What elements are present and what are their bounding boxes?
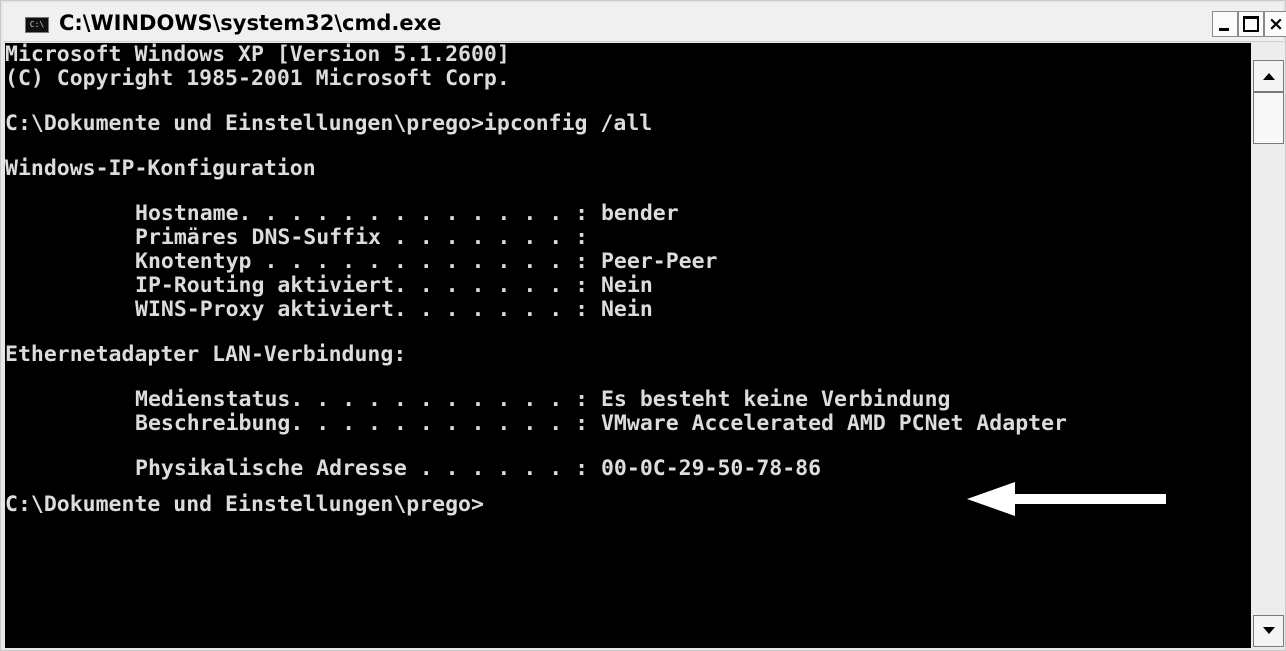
- cmd-app-icon[interactable]: C:\: [25, 17, 49, 33]
- vertical-scrollbar[interactable]: [1252, 43, 1285, 648]
- scroll-up-button[interactable]: [1253, 60, 1284, 92]
- mac-address-line: Physikalische Adresse . . . . . . : 00-0…: [135, 456, 822, 481]
- dns-suffix-line: Primäres DNS-Suffix . . . . . . . :: [135, 225, 589, 250]
- arrow-down-icon: [1263, 627, 1275, 634]
- close-button[interactable]: ×: [1264, 11, 1286, 37]
- scroll-down-button[interactable]: [1253, 615, 1284, 647]
- command-line: C:\Dokumente und Einstellungen\prego>ipc…: [5, 111, 653, 136]
- banner-line-1: Microsoft Windows XP [Version 5.1.2600]: [5, 43, 510, 67]
- hostname-line: Hostname. . . . . . . . . . . . . : bend…: [135, 201, 679, 226]
- section-ip-config: Windows-IP-Konfiguration: [5, 156, 316, 181]
- ip-routing-line: IP-Routing aktiviert. . . . . . . : Nein: [135, 273, 653, 298]
- console-text: Microsoft Windows XP [Version 5.1.2600] …: [5, 43, 1251, 517]
- scroll-thumb[interactable]: [1253, 92, 1284, 144]
- description-line: Beschreibung. . . . . . . . . . . : VMwa…: [135, 411, 1067, 436]
- section-ethernet-adapter: Ethernetadapter LAN-Verbindung:: [5, 342, 407, 367]
- console-output[interactable]: Microsoft Windows XP [Version 5.1.2600] …: [5, 43, 1251, 648]
- title-bar[interactable]: C:\ C:\WINDOWS\system32\cmd.exe ×: [3, 3, 1286, 42]
- banner-line-2: (C) Copyright 1985-2001 Microsoft Corp.: [5, 66, 510, 91]
- node-type-line: Knotentyp . . . . . . . . . . . . : Peer…: [135, 249, 718, 274]
- maximize-button[interactable]: [1238, 11, 1264, 37]
- window-title: C:\WINDOWS\system32\cmd.exe: [59, 11, 442, 35]
- minimize-button[interactable]: [1212, 11, 1238, 37]
- annotation-arrow-icon: [967, 482, 1166, 516]
- close-icon: ×: [1268, 13, 1284, 35]
- minimize-icon: [1219, 28, 1229, 31]
- wins-proxy-line: WINS-Proxy aktiviert. . . . . . . : Nein: [135, 297, 653, 322]
- media-status-line: Medienstatus. . . . . . . . . . . : Es b…: [135, 387, 951, 412]
- maximize-icon: [1243, 16, 1259, 32]
- cmd-window: C:\ C:\WINDOWS\system32\cmd.exe × Micros…: [0, 0, 1286, 651]
- arrow-up-icon: [1263, 73, 1275, 80]
